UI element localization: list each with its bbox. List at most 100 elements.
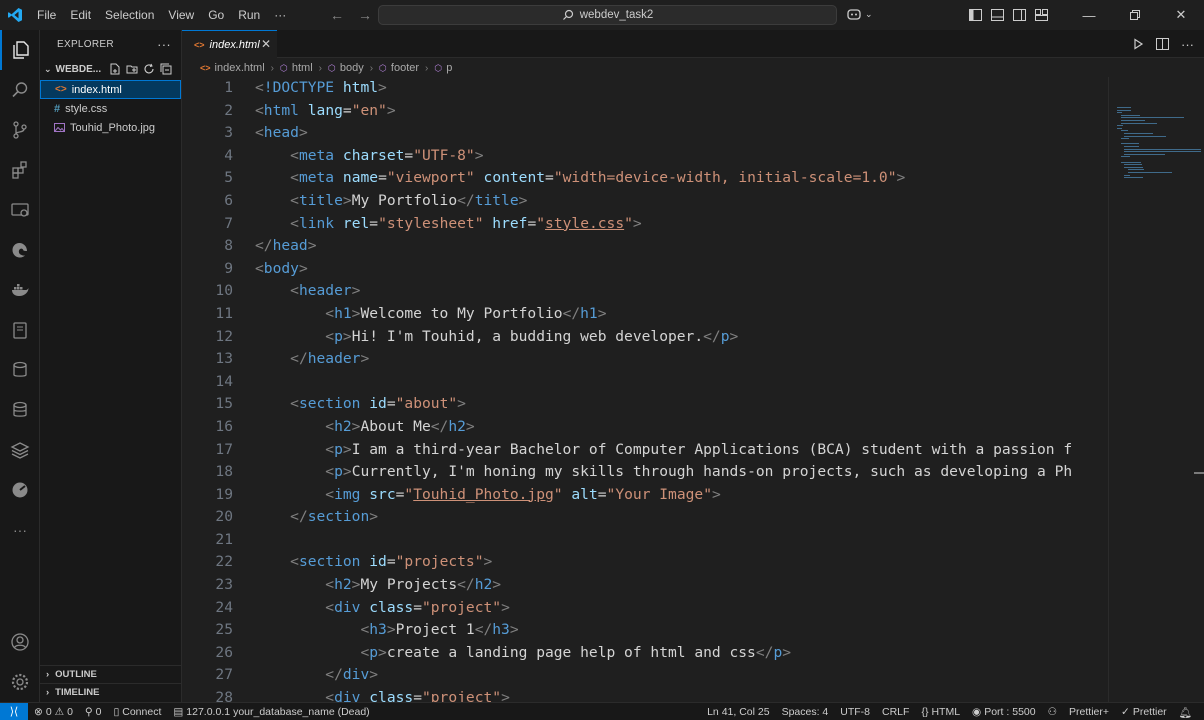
menu-view[interactable]: View <box>161 0 201 30</box>
code-line[interactable]: 10 <header> <box>182 280 1108 303</box>
account-icon[interactable] <box>0 622 40 662</box>
file-item-index-html[interactable]: <> index.html <box>40 80 181 99</box>
layers-icon[interactable] <box>0 430 40 470</box>
docker-icon[interactable] <box>0 270 40 310</box>
menu-selection[interactable]: Selection <box>98 0 161 30</box>
notifications-bell-icon[interactable]: 🔔︎ <box>1173 706 1198 719</box>
code-line[interactable]: 23 <h2>My Projects</h2> <box>182 574 1108 597</box>
sql-database-icon[interactable] <box>0 390 40 430</box>
notebook-icon[interactable] <box>0 310 40 350</box>
breadcrumb-footer[interactable]: footer <box>391 62 419 74</box>
remote-indicator-icon[interactable]: ⟩⟨ <box>0 702 28 720</box>
database-icon[interactable] <box>0 350 40 390</box>
outline-section[interactable]: › OUTLINE <box>40 665 182 683</box>
code-line[interactable]: 1 <!DOCTYPE html> <box>182 77 1108 100</box>
gauge-icon[interactable] <box>0 470 40 510</box>
prettier-plus-status[interactable]: Prettier+ <box>1063 706 1115 718</box>
indentation[interactable]: Spaces: 4 <box>776 706 835 718</box>
breadcrumb-p[interactable]: p <box>446 62 452 74</box>
code-line[interactable]: 12 <p>Hi! I'm Touhid, a budding web deve… <box>182 326 1108 349</box>
more-views-icon[interactable]: ··· <box>0 510 40 550</box>
copilot-button[interactable]: ⌄ <box>846 7 873 21</box>
code-line[interactable]: 28 <div class="project"> <box>182 687 1108 702</box>
code-line[interactable]: 18 <p>Currently, I'm honing my skills th… <box>182 461 1108 484</box>
connect-button[interactable]: ▯ Connect <box>107 706 167 718</box>
split-editor-icon[interactable] <box>1156 38 1169 50</box>
code-line[interactable]: 9 <body> <box>182 258 1108 281</box>
code-line[interactable]: 27 </div> <box>182 664 1108 687</box>
ports-indicator[interactable]: ⚲ 0 <box>79 706 108 718</box>
menu-file[interactable]: File <box>30 0 63 30</box>
breadcrumb-file[interactable]: index.html <box>215 62 265 74</box>
restore-icon[interactable] <box>1112 0 1158 30</box>
file-item-touhid-photo[interactable]: Touhid_Photo.jpg <box>40 118 181 137</box>
database-connection[interactable]: ▤ 127.0.0.1 your_database_name (Dead) <box>167 706 375 718</box>
code-line[interactable]: 6 <title>My Portfolio</title> <box>182 190 1108 213</box>
code-line[interactable]: 3 <head> <box>182 122 1108 145</box>
source-control-icon[interactable] <box>0 110 40 150</box>
code-line[interactable]: 15 <section id="about"> <box>182 393 1108 416</box>
code-editor[interactable]: 1 <!DOCTYPE html> 2 <html lang="en"> 3 <head>… <box>182 77 1108 702</box>
workspace-folder[interactable]: ⌄ WEBDE... <box>40 58 181 80</box>
code-token: "UTF-8" <box>413 146 475 164</box>
code-line[interactable]: 16 <h2>About Me</h2> <box>182 416 1108 439</box>
code-line[interactable]: 17 <p>I am a third-year Bachelor of Comp… <box>182 439 1108 462</box>
encoding[interactable]: UTF-8 <box>834 706 876 718</box>
remote-explorer-icon[interactable] <box>0 190 40 230</box>
command-center-search[interactable]: webdev_task2 <box>378 5 837 25</box>
more-actions-icon[interactable]: ··· <box>1181 37 1194 52</box>
search-icon[interactable] <box>0 70 40 110</box>
run-icon[interactable] <box>1132 38 1144 50</box>
code-line[interactable]: 22 <section id="projects"> <box>182 551 1108 574</box>
live-server-port[interactable]: ◉ Port : 5500 <box>966 706 1042 718</box>
problems-indicator[interactable]: ⊗ 0 ⚠ 0 <box>28 706 79 718</box>
new-file-icon[interactable] <box>109 63 121 75</box>
extensions-icon[interactable] <box>0 150 40 190</box>
code-line[interactable]: 8 </head> <box>182 235 1108 258</box>
close-window-icon[interactable]: ✕ <box>1158 0 1204 30</box>
new-folder-icon[interactable] <box>126 63 138 75</box>
explorer-icon[interactable] <box>0 30 40 70</box>
code-line[interactable]: 5 <meta name="viewport" content="width=d… <box>182 167 1108 190</box>
end-of-line[interactable]: CRLF <box>876 706 915 718</box>
collapse-all-icon[interactable] <box>160 63 172 75</box>
breadcrumb-body[interactable]: body <box>340 62 364 74</box>
tab-index-html[interactable]: <> index.html ✕ <box>182 30 277 58</box>
back-arrow-icon[interactable]: ← <box>330 7 344 23</box>
language-mode[interactable]: {} HTML <box>915 706 966 718</box>
explorer-more-icon[interactable]: ··· <box>157 37 171 52</box>
code-line[interactable]: 2 <html lang="en"> <box>182 100 1108 123</box>
timeline-section[interactable]: › TIMELINE <box>40 683 182 701</box>
toggle-secondary-sidebar-icon[interactable] <box>1008 0 1030 30</box>
code-line[interactable]: 24 <div class="project"> <box>182 597 1108 620</box>
code-line[interactable]: 21 <box>182 529 1108 552</box>
code-line[interactable]: 13 </header> <box>182 348 1108 371</box>
code-line[interactable]: 20 </section> <box>182 506 1108 529</box>
toggle-panel-icon[interactable] <box>986 0 1008 30</box>
file-item-style-css[interactable]: # style.css <box>40 99 181 118</box>
code-line[interactable]: 7 <link rel="stylesheet" href="style.css… <box>182 213 1108 236</box>
cursor-position[interactable]: Ln 41, Col 25 <box>701 706 775 718</box>
menu-go[interactable]: Go <box>201 0 231 30</box>
prettier-status[interactable]: ✓ Prettier <box>1115 706 1173 718</box>
copilot-status-icon[interactable]: ⚇ <box>1042 706 1063 718</box>
breadcrumb-html[interactable]: html <box>292 62 313 74</box>
refresh-icon[interactable] <box>143 63 155 75</box>
code-line[interactable]: 19 <img src="Touhid_Photo.jpg" alt="Your… <box>182 484 1108 507</box>
settings-gear-icon[interactable] <box>0 662 40 702</box>
customize-layout-icon[interactable] <box>1030 0 1052 30</box>
menu-run[interactable]: Run <box>231 0 267 30</box>
minimize-icon[interactable]: — <box>1066 0 1112 30</box>
minimap[interactable] <box>1108 77 1204 702</box>
toggle-primary-sidebar-icon[interactable] <box>964 0 986 30</box>
code-line[interactable]: 14 <box>182 371 1108 394</box>
code-line[interactable]: 25 <h3>Project 1</h3> <box>182 619 1108 642</box>
code-line[interactable]: 26 <p>create a landing page help of html… <box>182 642 1108 665</box>
edge-browser-icon[interactable] <box>0 230 40 270</box>
forward-arrow-icon[interactable]: → <box>358 7 372 23</box>
menu-more[interactable]: ··· <box>267 0 293 30</box>
code-line[interactable]: 11 <h1>Welcome to My Portfolio</h1> <box>182 303 1108 326</box>
close-tab-icon[interactable]: ✕ <box>261 37 271 51</box>
menu-edit[interactable]: Edit <box>63 0 98 30</box>
code-line[interactable]: 4 <meta charset="UTF-8"> <box>182 145 1108 168</box>
